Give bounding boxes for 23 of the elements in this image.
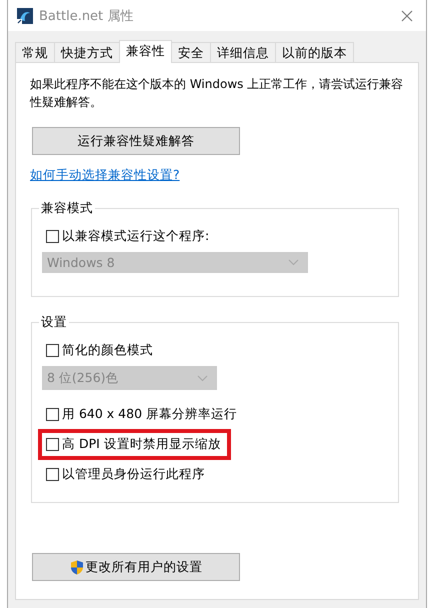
checkbox[interactable]: 以管理员身份运行此程序 <box>46 466 205 483</box>
troubleshoot-button[interactable]: 运行兼容性疑难解答 <box>32 127 240 155</box>
checkbox[interactable]: 以兼容模式运行这个程序: <box>46 228 210 245</box>
tab[interactable]: 详细信息 <box>210 42 276 62</box>
change-all-users-button[interactable]: 更改所有用户的设置 <box>32 553 240 581</box>
description-text: 如果此程序不能在这个版本的 Windows 上正常工作，请尝试运行兼容性疑难解答。 <box>30 76 404 111</box>
checkbox[interactable]: 高 DPI 设置时禁用显示缩放 <box>46 436 221 453</box>
checkbox[interactable]: 简化的颜色模式 <box>46 342 153 359</box>
tab[interactable]: 安全 <box>171 42 211 62</box>
help-link[interactable]: 如何手动选择兼容性设置? <box>30 167 180 184</box>
app-icon <box>17 8 33 24</box>
tab[interactable]: 快捷方式 <box>54 42 120 62</box>
tab[interactable]: 兼容性 <box>119 40 172 63</box>
group-title: 兼容模式 <box>39 200 95 216</box>
close-icon[interactable] <box>401 10 413 22</box>
group-title: 设置 <box>39 314 69 330</box>
checkbox[interactable]: 用 640 x 480 屏幕分辨率运行 <box>46 406 238 423</box>
shield-icon <box>70 560 84 574</box>
tab[interactable]: 常规 <box>15 42 55 62</box>
chevron-down-icon <box>288 259 299 266</box>
chevron-down-icon <box>197 374 208 382</box>
window-title: Battle.net 属性 <box>39 8 134 24</box>
tab[interactable]: 以前的版本 <box>275 42 354 62</box>
